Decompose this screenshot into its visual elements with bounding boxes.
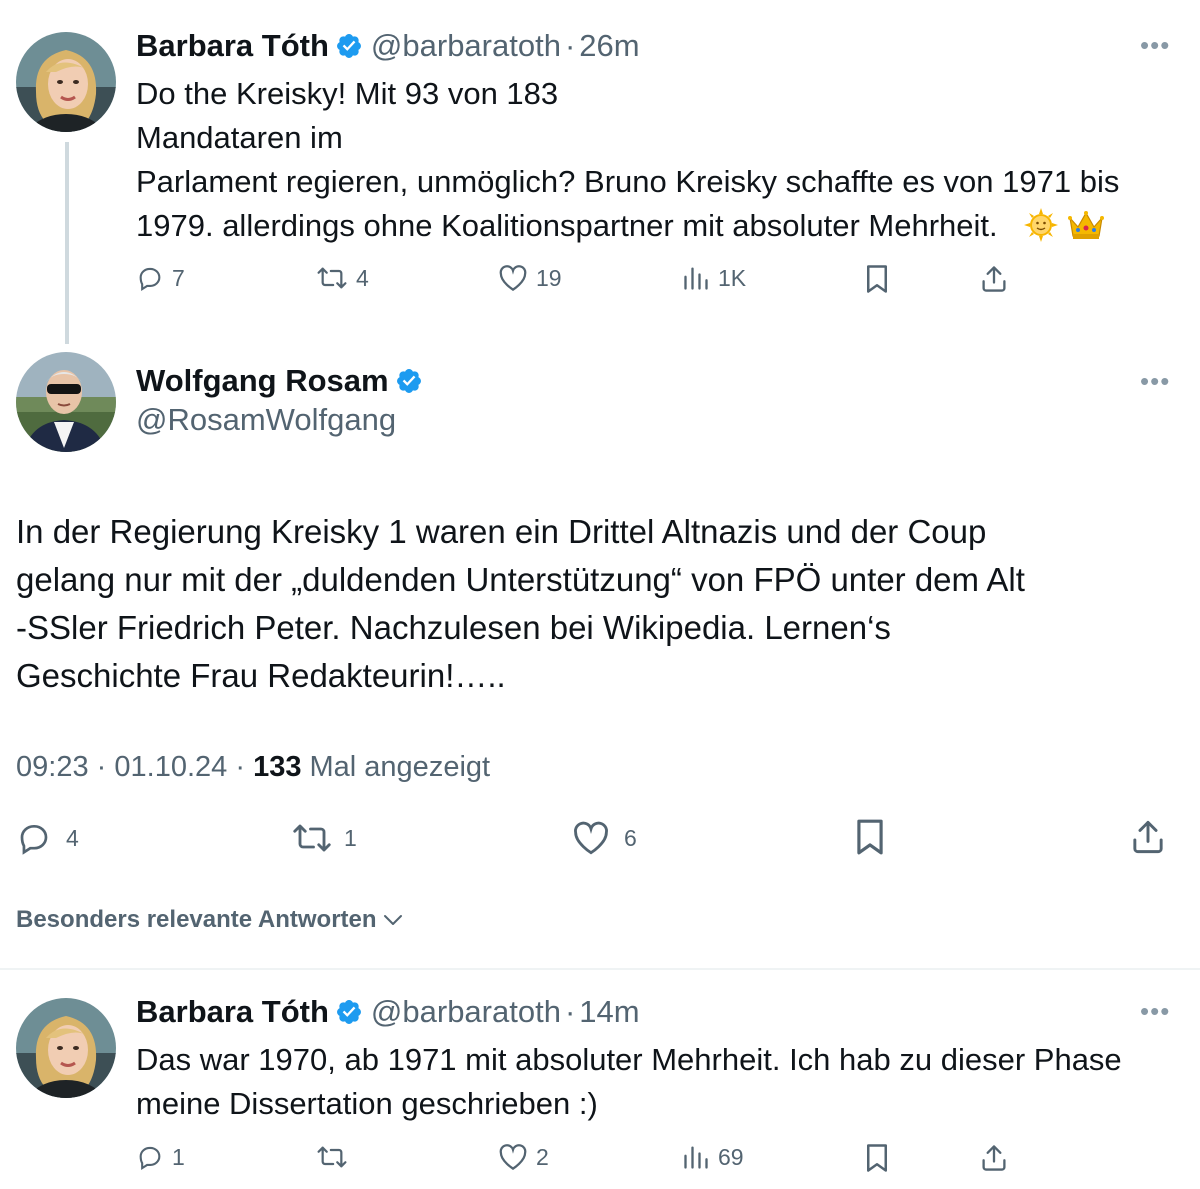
like-button[interactable]: 2 <box>498 1143 549 1171</box>
views-count: 69 <box>718 1143 744 1170</box>
chevron-down-icon <box>383 915 402 925</box>
heart-icon <box>574 821 608 855</box>
verified-badge-icon <box>335 32 363 60</box>
tweet2-header: Wolfgang Rosam <box>136 363 423 399</box>
reply-sort-dropdown[interactable]: Besonders relevante Antworten <box>16 906 405 934</box>
reply-icon <box>139 1146 161 1171</box>
share-button[interactable] <box>1130 818 1166 856</box>
heart-icon <box>499 265 527 291</box>
views-button[interactable]: 1K <box>682 264 746 292</box>
tweet1-time[interactable]: 26m <box>579 28 639 64</box>
retweet-button[interactable]: 4 <box>316 264 369 292</box>
section-divider <box>0 968 1200 970</box>
tweet1-text: Do the Kreisky! Mit 93 von 183 Mandatare… <box>136 72 1176 254</box>
bookmark-icon <box>867 1144 887 1172</box>
tweet2-line: gelang nur mit der „duldenden Unterstütz… <box>16 561 1025 598</box>
like-count: 19 <box>536 264 562 291</box>
heart-icon <box>499 1144 527 1170</box>
tweet2-meta: 09:23 · 01.10.24 · 133 Mal angezeigt <box>16 751 490 784</box>
reply-button[interactable]: 1 <box>136 1143 185 1171</box>
share-icon <box>1133 820 1163 854</box>
tweet2-line: -SSler Friedrich Peter. Nachzulesen bei … <box>16 609 891 646</box>
tweet1-line: Do the Kreisky! Mit 93 von 183 <box>136 76 559 111</box>
retweet-icon <box>317 267 347 289</box>
reply-icon <box>139 267 161 292</box>
tweet3-separator: · <box>564 994 576 1029</box>
crown-emoji <box>1067 208 1105 254</box>
avatar-wolfgang-rosam[interactable] <box>16 352 116 452</box>
tweet1-header: Barbara Tóth @barbaratoth · 26m <box>136 28 640 64</box>
tweet1-handle[interactable]: @barbaratoth <box>371 28 561 64</box>
bookmark-icon <box>857 819 883 855</box>
retweet-count: 4 <box>356 264 369 291</box>
tweet3-line: meine Dissertation geschrieben :) <box>136 1086 598 1121</box>
tweet2-time[interactable]: 09:23 <box>16 751 89 783</box>
tweet2-author-name[interactable]: Wolfgang Rosam <box>136 363 389 399</box>
verified-badge-icon <box>335 998 363 1026</box>
tweet2-views-label: Mal angezeigt <box>309 751 491 783</box>
bookmark-button[interactable] <box>854 818 886 856</box>
meta-separator: · <box>96 751 107 783</box>
reply-count: 7 <box>172 264 185 291</box>
tweet3-header: Barbara Tóth @barbaratoth · 14m <box>136 994 640 1030</box>
more-options-icon[interactable]: ••• <box>1140 998 1170 1024</box>
tweet1-line: Mandataren im <box>136 120 343 155</box>
tweet3-handle[interactable]: @barbaratoth <box>371 994 561 1030</box>
reply-button[interactable]: 7 <box>136 264 185 292</box>
reply-button[interactable]: 4 <box>16 820 79 856</box>
tweet2-date[interactable]: 01.10.24 <box>114 751 227 783</box>
share-button[interactable] <box>980 264 1008 294</box>
avatar-barbara-toth[interactable] <box>16 32 116 132</box>
views-chart-icon <box>684 267 708 290</box>
more-options-icon[interactable]: ••• <box>1140 32 1170 58</box>
tweet3-line: Das war 1970, ab 1971 mit absoluter Mehr… <box>136 1042 1122 1077</box>
tweet1-separator: · <box>564 28 576 63</box>
share-button[interactable] <box>980 1143 1008 1173</box>
like-button[interactable]: 6 <box>572 820 637 856</box>
more-options-icon[interactable]: ••• <box>1140 368 1170 394</box>
meta-separator: · <box>235 751 245 783</box>
tweet2-views-count: 133 <box>253 751 302 783</box>
views-chart-icon <box>684 1146 708 1169</box>
tweet2-handle[interactable]: @RosamWolfgang <box>136 402 396 438</box>
tweet2-line: Geschichte Frau Redakteurin!….. <box>16 657 506 694</box>
bookmark-icon <box>867 265 887 293</box>
share-icon <box>982 266 1006 292</box>
tweet3-time[interactable]: 14m <box>579 994 639 1030</box>
tweet1-line: 1979. allerdings ohne Koalitionspartner … <box>136 208 998 243</box>
like-count: 6 <box>624 824 637 851</box>
retweet-button[interactable] <box>316 1143 356 1171</box>
reply-count: 1 <box>172 1143 185 1170</box>
avatar-barbara-toth[interactable] <box>16 998 116 1098</box>
tweet1-line: Parlament regieren, unmöglich? Bruno Kre… <box>136 164 1120 199</box>
share-icon <box>982 1145 1006 1171</box>
tweet2-line: In der Regierung Kreisky 1 waren ein Dri… <box>16 513 987 550</box>
thread-connector-line <box>65 142 69 344</box>
tweet1-author-name[interactable]: Barbara Tóth <box>136 28 329 64</box>
like-button[interactable]: 19 <box>498 264 562 292</box>
retweet-button[interactable]: 1 <box>292 820 357 856</box>
sun-face-emoji <box>1024 208 1059 254</box>
verified-badge-icon <box>395 367 423 395</box>
tweet3-author-name[interactable]: Barbara Tóth <box>136 994 329 1030</box>
reply-count: 4 <box>66 824 79 851</box>
retweet-icon <box>317 1146 347 1168</box>
views-button[interactable]: 69 <box>682 1143 744 1171</box>
retweet-count: 1 <box>344 824 357 851</box>
views-count: 1K <box>718 264 747 291</box>
bookmark-button[interactable] <box>864 1143 890 1173</box>
like-count: 2 <box>536 1143 549 1170</box>
tweet3-text: Das war 1970, ab 1971 mit absoluter Mehr… <box>136 1038 1176 1126</box>
retweet-icon <box>293 824 331 852</box>
tweet2-text: In der Regierung Kreisky 1 waren ein Dri… <box>16 508 1186 700</box>
bookmark-button[interactable] <box>864 264 890 294</box>
reply-icon <box>20 824 48 855</box>
reply-sort-label: Besonders relevante Antworten <box>16 906 377 933</box>
